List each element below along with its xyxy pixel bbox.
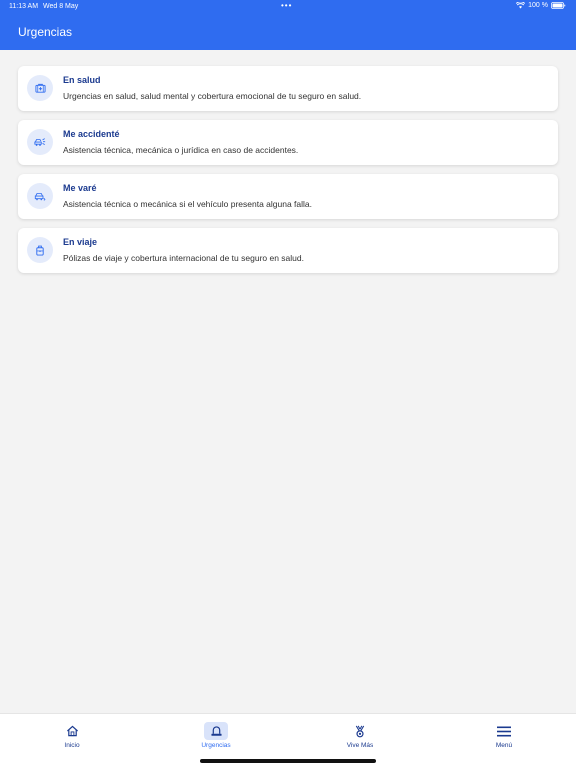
card-me-accidente[interactable]: Me accidenté Asistencia técnica, mecánic… bbox=[18, 120, 558, 165]
tab-label: Menú bbox=[495, 742, 513, 749]
page-title: Urgencias bbox=[18, 25, 73, 39]
card-title: Me accidenté bbox=[63, 129, 120, 139]
tab-label: Urgencias bbox=[201, 742, 231, 749]
home-icon bbox=[60, 722, 84, 740]
card-me-vare[interactable]: Me varé Asistencia técnica o mecánica si… bbox=[18, 174, 558, 219]
status-bar: 11:13 AM Wed 8 May ••• 100 % bbox=[0, 0, 576, 14]
card-description: Urgencias en salud, salud mental y cober… bbox=[63, 91, 362, 101]
tab-urgencias[interactable]: Urgencias bbox=[144, 714, 288, 754]
home-indicator[interactable] bbox=[200, 759, 376, 763]
tab-vive-mas[interactable]: Vive Más bbox=[288, 714, 432, 754]
app-header: 11:13 AM Wed 8 May ••• 100 % Urgencias bbox=[0, 0, 576, 50]
card-description: Asistencia técnica, mecánica o jurídica … bbox=[63, 145, 299, 155]
menu-icon bbox=[492, 722, 516, 740]
luggage-icon bbox=[27, 237, 53, 263]
car-breakdown-icon bbox=[27, 183, 53, 209]
card-description: Asistencia técnica o mecánica si el vehí… bbox=[63, 199, 313, 209]
status-time: 11:13 AM bbox=[9, 3, 39, 10]
emergency-options-list: En salud Urgencias en salud, salud menta… bbox=[18, 66, 558, 282]
tab-label: Vive Más bbox=[346, 742, 374, 749]
medal-icon bbox=[348, 722, 372, 740]
status-right: 100 % bbox=[516, 2, 566, 9]
wifi-icon bbox=[516, 2, 526, 9]
multitasking-dots[interactable]: ••• bbox=[281, 1, 292, 10]
card-title: En viaje bbox=[63, 237, 98, 247]
card-en-viaje[interactable]: En viaje Pólizas de viaje y cobertura in… bbox=[18, 228, 558, 273]
tab-label: Inicio bbox=[64, 742, 80, 749]
siren-icon bbox=[204, 722, 228, 740]
tab-inicio[interactable]: Inicio bbox=[0, 714, 144, 754]
battery-icon bbox=[551, 2, 566, 9]
status-date: Wed 8 May bbox=[43, 3, 79, 10]
battery-percent: 100 % bbox=[528, 2, 548, 9]
card-title: En salud bbox=[63, 75, 101, 85]
card-en-salud[interactable]: En salud Urgencias en salud, salud menta… bbox=[18, 66, 558, 111]
medical-kit-icon bbox=[27, 75, 53, 101]
tab-menu[interactable]: Menú bbox=[432, 714, 576, 754]
car-crash-icon bbox=[27, 129, 53, 155]
card-title: Me varé bbox=[63, 183, 97, 193]
card-description: Pólizas de viaje y cobertura internacion… bbox=[63, 253, 304, 263]
